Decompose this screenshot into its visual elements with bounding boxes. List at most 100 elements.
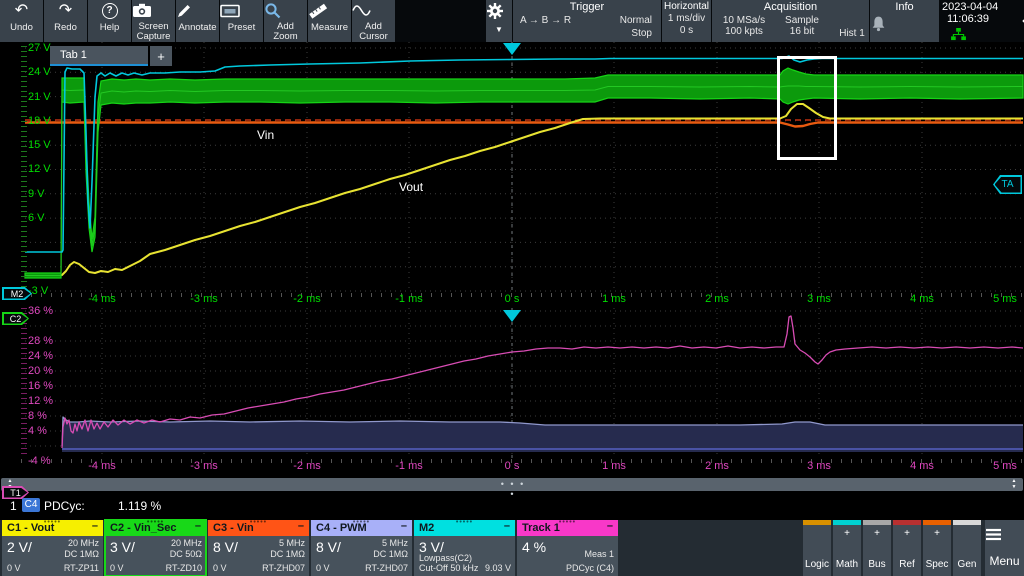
channel-box-c3-minimize-button[interactable]: –	[298, 520, 304, 532]
gen-button-label: Gen	[953, 559, 981, 570]
divider-grip-icon[interactable]: • • • •	[497, 479, 529, 499]
y-axis-label: 9 V	[28, 188, 45, 200]
screen-capture-button[interactable]: ScreenCapture	[132, 0, 175, 42]
x-axis-label: 0 s	[492, 293, 532, 305]
logic-button-color-stripe	[803, 520, 831, 525]
bus-button[interactable]: +Bus	[863, 520, 891, 576]
acquisition-mode: Sample	[774, 15, 830, 26]
horizontal-position: 0 s	[662, 25, 711, 36]
channel-box-c2-title: C2 - Vin_Sec	[110, 522, 176, 534]
grip-dots-icon: •••••	[147, 519, 164, 526]
channel-box-m2[interactable]: M2•••••–3 V/Lowpass(C2)Cut-Off 50 kHz9.0…	[414, 520, 515, 576]
preset-button[interactable]: Preset	[220, 0, 263, 42]
track-waveform-plot[interactable]	[0, 308, 1024, 458]
math-button-label: Math	[833, 559, 861, 570]
channel-box-c4-header[interactable]: C4 - PWM•••••–	[311, 520, 412, 536]
track-y-ruler	[21, 308, 27, 458]
x-axis-label: -2 ms	[287, 293, 327, 305]
trigger-position-marker-track[interactable]	[503, 310, 521, 322]
channel-box-c3[interactable]: C3 - Vin•••••–8 V/5 MHzDC 1MΩ0 VRT-ZHD07	[208, 520, 309, 576]
channel-box-c1-minimize-button[interactable]: –	[92, 520, 98, 532]
channel-box-c3-probe: RT-ZHD07	[262, 563, 305, 573]
tab-1[interactable]: Tab 1	[50, 46, 148, 66]
channel-box-c1-header[interactable]: C1 - Vout•••••–	[2, 520, 103, 536]
screen-capture-button-label: ScreenCapture	[137, 22, 171, 42]
horizontal-panel[interactable]: Horizontal 1 ms/div 0 s	[662, 0, 711, 42]
trigger-state: Stop	[631, 28, 652, 39]
channel-box-c2-minimize-button[interactable]: –	[195, 520, 201, 532]
tab-bar: Tab 1 +	[50, 46, 172, 66]
gen-button-color-stripe	[953, 520, 981, 525]
y-axis-label: 12 V	[28, 163, 51, 175]
channel-box-c4-minimize-button[interactable]: –	[401, 520, 407, 532]
channel-box-c1[interactable]: C1 - Vout•••••–2 V/20 MHzDC 1MΩ0 VRT-ZP1…	[2, 520, 103, 576]
grip-dots-icon: •••••	[456, 519, 473, 526]
ref-button[interactable]: +Ref	[893, 520, 921, 576]
gen-button[interactable]: Gen	[953, 520, 981, 576]
add-cursor-button[interactable]: AddCursor	[352, 0, 395, 42]
spec-button[interactable]: +Spec	[923, 520, 951, 576]
m2-level-tag[interactable]: M2	[2, 287, 32, 300]
channel-box-c3-header[interactable]: C3 - Vin•••••–	[208, 520, 309, 536]
logic-button[interactable]: Logic	[803, 520, 831, 576]
measurement-index: 1	[10, 499, 17, 513]
x-axis-label: -3 ms	[184, 293, 224, 305]
x-axis-label: 1 ms	[594, 293, 634, 305]
channel-box-c1-coupling: DC 1MΩ	[64, 549, 99, 559]
add-cursor-button-label: AddCursor	[359, 22, 388, 42]
measurement-source-badge[interactable]: C4	[22, 498, 40, 512]
help-button[interactable]: ?Help	[88, 0, 131, 42]
y-axis-label: 36 %	[28, 305, 53, 317]
channel-box-track1-scale: 4 %	[522, 539, 546, 555]
vout-annotation: Vout	[399, 180, 423, 194]
trigger-ta-tag[interactable]: TA	[993, 175, 1022, 194]
channel-box-m2-header[interactable]: M2•••••–	[414, 520, 515, 536]
time-label: 11:06:39	[939, 13, 1024, 25]
y-axis-label: 28 %	[28, 335, 53, 347]
channel-box-c4[interactable]: C4 - PWM•••••–8 V/5 MHzDC 1MΩ0 VRT-ZHD07	[311, 520, 412, 576]
y-axis-label: 15 V	[28, 139, 51, 151]
channel-box-m2-probe: 9.03 V	[485, 563, 511, 573]
channel-box-m2-minimize-button[interactable]: –	[504, 520, 510, 532]
add-tab-button[interactable]: +	[150, 46, 172, 66]
channel-box-c2[interactable]: C2 - Vin_Sec•••••–3 V/20 MHzDC 50Ω0 VRT-…	[105, 520, 206, 576]
redo-icon: ↷	[59, 0, 72, 22]
trigger-panel[interactable]: Trigger A → B → R Normal Stop	[513, 0, 661, 42]
grip-dots-icon: •••••	[559, 519, 576, 526]
grip-dots-icon: •••••	[250, 519, 267, 526]
horizontal-title: Horizontal	[662, 1, 711, 12]
annotate-button[interactable]: Annotate	[176, 0, 219, 42]
measurement-name: PDCyc:	[44, 499, 85, 513]
trigger-position-marker-main[interactable]	[503, 43, 521, 55]
y-axis-label: -4 %	[28, 455, 51, 467]
t1-level-tag[interactable]: T1	[2, 486, 29, 499]
add-zoom-button[interactable]: Add Zoom	[264, 0, 307, 42]
undo-button[interactable]: ↶Undo	[0, 0, 43, 42]
waveform-area: 27 V24 V21 V18 V15 V12 V9 V6 V-3 V -4 ms…	[0, 42, 1024, 478]
x-axis-label: 3 ms	[799, 293, 839, 305]
channel-box-c3-offset: 0 V	[213, 563, 227, 573]
math-button[interactable]: +Math	[833, 520, 861, 576]
plot-divider-scrollbar[interactable]: ▲▼ • • • • ▲▼	[1, 478, 1023, 491]
channel-box-c2-header[interactable]: C2 - Vin_Sec••••• –	[105, 520, 206, 536]
measure-button[interactable]: Measure	[308, 0, 351, 42]
info-panel[interactable]: Info	[870, 0, 939, 42]
acquisition-panel[interactable]: Acquisition 10 MSa/s 100 kpts Sample 16 …	[712, 0, 869, 42]
channel-box-c4-offset: 0 V	[316, 563, 330, 573]
acquisition-title: Acquisition	[712, 1, 869, 13]
channel-box-c4-bandwidth: 5 MHz	[382, 538, 408, 548]
oscilloscope-screen: ↶Undo↷Redo?Help ScreenCaptureAnnotatePres…	[0, 0, 1024, 576]
main-waveform-plot[interactable]	[0, 42, 1024, 292]
c2-level-tag-label: C2	[2, 312, 29, 325]
chevron-down-icon[interactable]: ▼	[495, 25, 503, 34]
redo-button[interactable]: ↷Redo	[44, 0, 87, 42]
scroll-arrows-right[interactable]: ▲▼	[1008, 478, 1020, 491]
vin-annotation: Vin	[257, 128, 274, 142]
c2-level-tag[interactable]: C2	[2, 312, 29, 325]
menu-button[interactable]: Menu	[985, 520, 1024, 576]
channel-box-track1-minimize-button[interactable]: –	[607, 520, 613, 532]
settings-panel[interactable]: ▼	[486, 0, 512, 42]
channel-box-track1[interactable]: Track 1•••••–4 %Meas 1PDCyc (C4)	[517, 520, 618, 576]
x-axis-label: -4 ms	[82, 460, 122, 472]
channel-box-track1-header[interactable]: Track 1•••••–	[517, 520, 618, 536]
